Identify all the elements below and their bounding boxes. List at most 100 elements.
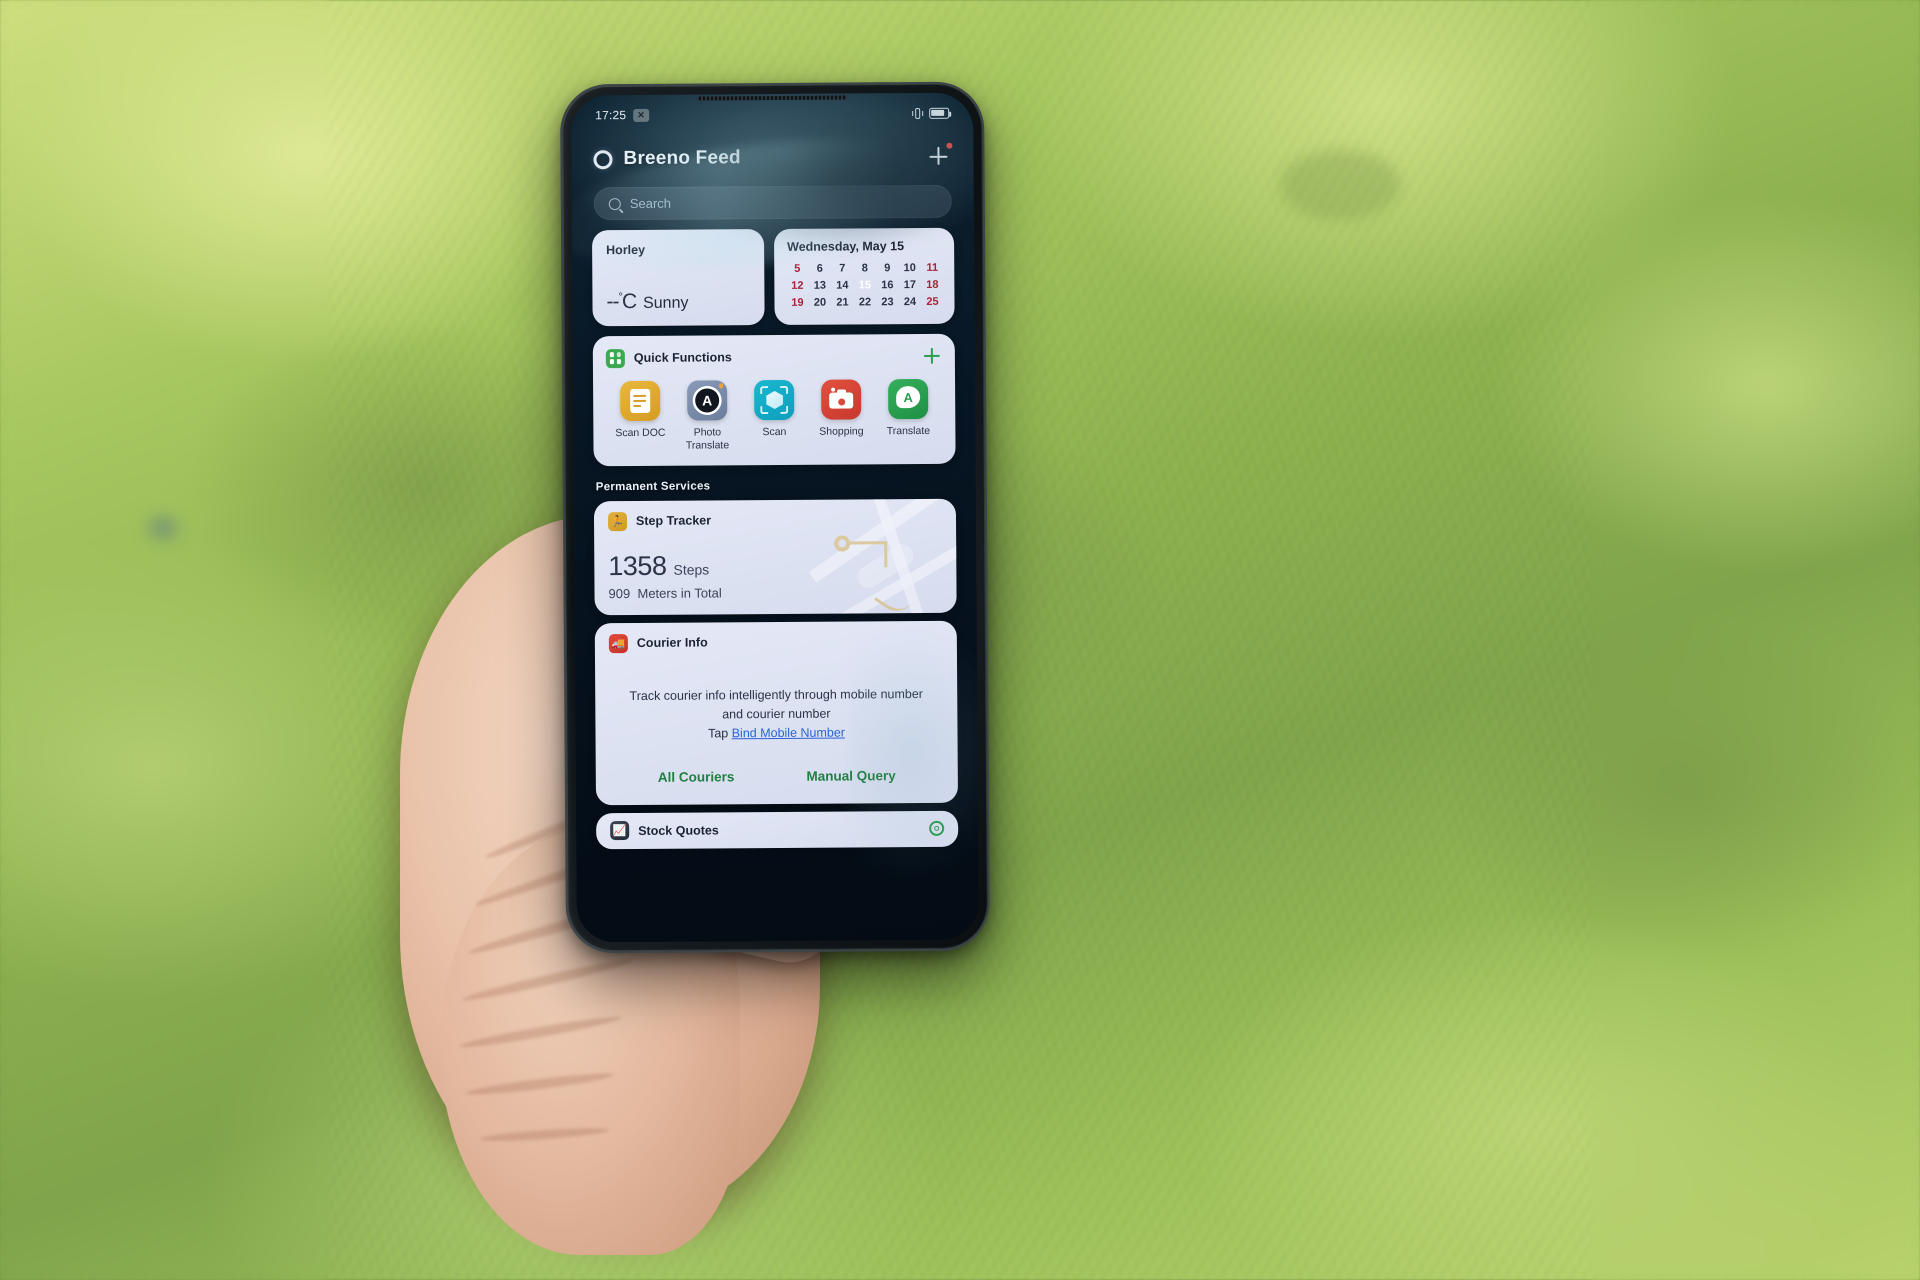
step-distance-unit: Meters in Total bbox=[637, 584, 722, 601]
page-title: Breeno Feed bbox=[623, 147, 741, 170]
notification-badge bbox=[946, 142, 953, 149]
calendar-grid: 5 6 7 8 9 10 11 12 13 14 15 16 17 18 19 20 21 22 23 24 25 bbox=[787, 262, 942, 309]
bar-chart-icon: 📈 bbox=[610, 821, 630, 841]
calendar-day[interactable]: 24 bbox=[900, 296, 920, 308]
search-input[interactable]: Search bbox=[593, 184, 952, 221]
calendar-day[interactable]: 7 bbox=[832, 262, 852, 275]
translate-bubble-icon: A bbox=[888, 378, 929, 420]
document-scan-icon bbox=[620, 380, 661, 422]
calendar-title: Wednesday, May 15 bbox=[787, 239, 905, 254]
quick-functions-header: Quick Functions bbox=[605, 346, 942, 368]
quick-function-scan[interactable]: Scan bbox=[743, 379, 805, 452]
status-bar: 17:25 ✕ bbox=[571, 101, 973, 128]
add-quick-function-button[interactable] bbox=[922, 346, 942, 366]
calendar-day[interactable]: 23 bbox=[877, 296, 897, 308]
quick-function-label: Shopping bbox=[819, 425, 864, 438]
delivery-truck-icon: 🚚 bbox=[608, 633, 628, 653]
manual-query-button[interactable]: Manual Query bbox=[806, 768, 895, 784]
calendar-day[interactable]: 5 bbox=[787, 263, 807, 275]
grid-dots-icon bbox=[605, 348, 625, 368]
smartphone-device: 17:25 ✕ Breeno Feed Search Horley --°C S… bbox=[561, 83, 989, 952]
quick-function-label: Scan DOC bbox=[615, 426, 666, 440]
calendar-day[interactable]: 12 bbox=[787, 280, 807, 292]
route-line bbox=[848, 540, 887, 545]
phone-screen: 17:25 ✕ Breeno Feed Search Horley --°C S… bbox=[571, 92, 979, 943]
calendar-day[interactable]: 13 bbox=[810, 280, 830, 292]
calendar-day[interactable]: 14 bbox=[832, 279, 852, 291]
calendar-day[interactable]: 10 bbox=[900, 262, 920, 274]
search-placeholder: Search bbox=[629, 195, 672, 212]
quick-function-translate[interactable]: A Translate bbox=[877, 378, 939, 451]
stock-quotes-title: Stock Quotes bbox=[638, 822, 719, 838]
step-distance: 909 Meters in Total bbox=[608, 585, 721, 601]
quick-functions-list: Scan DOC A Photo Translate Scan Shopping… bbox=[606, 378, 942, 453]
calendar-day[interactable]: 11 bbox=[922, 262, 942, 274]
calendar-day[interactable]: 6 bbox=[810, 263, 830, 275]
calendar-day[interactable]: 19 bbox=[787, 297, 807, 309]
courier-desc-line2: and courier number bbox=[722, 706, 831, 722]
courier-title: Courier Info bbox=[636, 635, 708, 651]
all-couriers-button[interactable]: All Couriers bbox=[658, 769, 735, 785]
background-blur-spot bbox=[1280, 150, 1400, 220]
courier-description: Track courier info intelligently through… bbox=[609, 684, 943, 741]
photo-translate-icon: A bbox=[687, 380, 728, 421]
step-count-unit: Steps bbox=[673, 561, 710, 578]
step-count-value: 1358 bbox=[608, 550, 667, 581]
camera-shopping-icon bbox=[821, 379, 862, 420]
quick-function-shopping[interactable]: Shopping bbox=[810, 379, 872, 451]
courier-header: 🚚 Courier Info bbox=[608, 631, 943, 653]
courier-tap-prefix: Tap bbox=[708, 726, 732, 741]
step-tracker-card[interactable]: 🏃 Step Tracker 1358 Steps 909 Meters in … bbox=[593, 498, 957, 615]
widgets-row: Horley --°C Sunny Wednesday, May 15 5678… bbox=[572, 227, 975, 327]
quick-functions-card: Quick Functions Scan DOC A Photo Transla… bbox=[592, 333, 956, 466]
route-line bbox=[884, 540, 888, 567]
vibrate-icon bbox=[912, 106, 924, 119]
app-header: Breeno Feed bbox=[571, 135, 973, 182]
status-bar-left: 17:25 ✕ bbox=[595, 108, 650, 123]
cube-scan-icon bbox=[754, 379, 795, 421]
calendar-day[interactable]: 8 bbox=[855, 262, 875, 274]
calendar-day[interactable]: 21 bbox=[832, 296, 852, 308]
status-bar-right bbox=[912, 106, 950, 119]
quick-function-label: Scan bbox=[762, 425, 787, 439]
calendar-day[interactable]: 16 bbox=[877, 279, 897, 291]
calendar-day[interactable]: 17 bbox=[900, 279, 920, 291]
quick-functions-title: Quick Functions bbox=[633, 350, 732, 365]
battery-icon bbox=[929, 107, 950, 119]
step-tracker-header: 🏃 Step Tracker bbox=[607, 509, 942, 531]
stock-quotes-card[interactable]: 📈 Stock Quotes bbox=[596, 810, 959, 849]
calendar-day[interactable]: 18 bbox=[922, 279, 942, 291]
quick-function-label: Photo Translate bbox=[685, 426, 730, 452]
calendar-day[interactable]: 9 bbox=[877, 262, 897, 274]
courier-bind-row: Tap Bind Mobile Number bbox=[609, 725, 943, 741]
weather-card[interactable]: Horley --°C Sunny bbox=[591, 229, 765, 327]
status-time: 17:25 bbox=[595, 108, 627, 123]
background-left-blur bbox=[0, 0, 330, 1280]
feed-content: Horley --°C Sunny Wednesday, May 15 5678… bbox=[572, 227, 979, 943]
add-card-button[interactable] bbox=[925, 142, 953, 170]
background-right-blur bbox=[1590, 0, 1920, 1280]
plus-icon bbox=[937, 146, 940, 165]
section-title-permanent-services: Permanent Services bbox=[595, 480, 711, 493]
earpiece-speaker bbox=[697, 95, 848, 101]
breeno-ring-icon bbox=[593, 149, 613, 169]
step-distance-value: 909 bbox=[608, 585, 631, 601]
courier-info-card: 🚚 Courier Info Track courier info intell… bbox=[594, 620, 958, 805]
courier-actions: All Couriers Manual Query bbox=[596, 767, 958, 785]
walking-person-icon: 🏃 bbox=[607, 511, 628, 531]
search-icon bbox=[608, 197, 621, 210]
weather-temperature: --°C bbox=[606, 289, 637, 314]
weather-condition: Sunny bbox=[643, 294, 689, 312]
bind-mobile-number-link[interactable]: Bind Mobile Number bbox=[732, 726, 845, 741]
calendar-card[interactable]: Wednesday, May 15 5 6 7 8 9 10 11 12 13 14 15 16 17 1… bbox=[773, 227, 955, 325]
target-gear-icon[interactable] bbox=[929, 820, 945, 837]
calendar-week-row: 19 20 21 22 23 24 25 bbox=[787, 296, 942, 309]
calendar-day[interactable]: 20 bbox=[810, 297, 830, 309]
calendar-day[interactable]: 25 bbox=[922, 296, 942, 308]
quick-function-scan-doc[interactable]: Scan DOC bbox=[609, 380, 671, 453]
step-count: 1358 Steps bbox=[608, 550, 709, 582]
weather-temperature-row: --°C Sunny bbox=[606, 290, 688, 315]
calendar-day[interactable]: 22 bbox=[855, 296, 875, 308]
quick-function-photo-translate[interactable]: A Photo Translate bbox=[676, 380, 738, 452]
calendar-day-today[interactable]: 15 bbox=[855, 279, 875, 291]
